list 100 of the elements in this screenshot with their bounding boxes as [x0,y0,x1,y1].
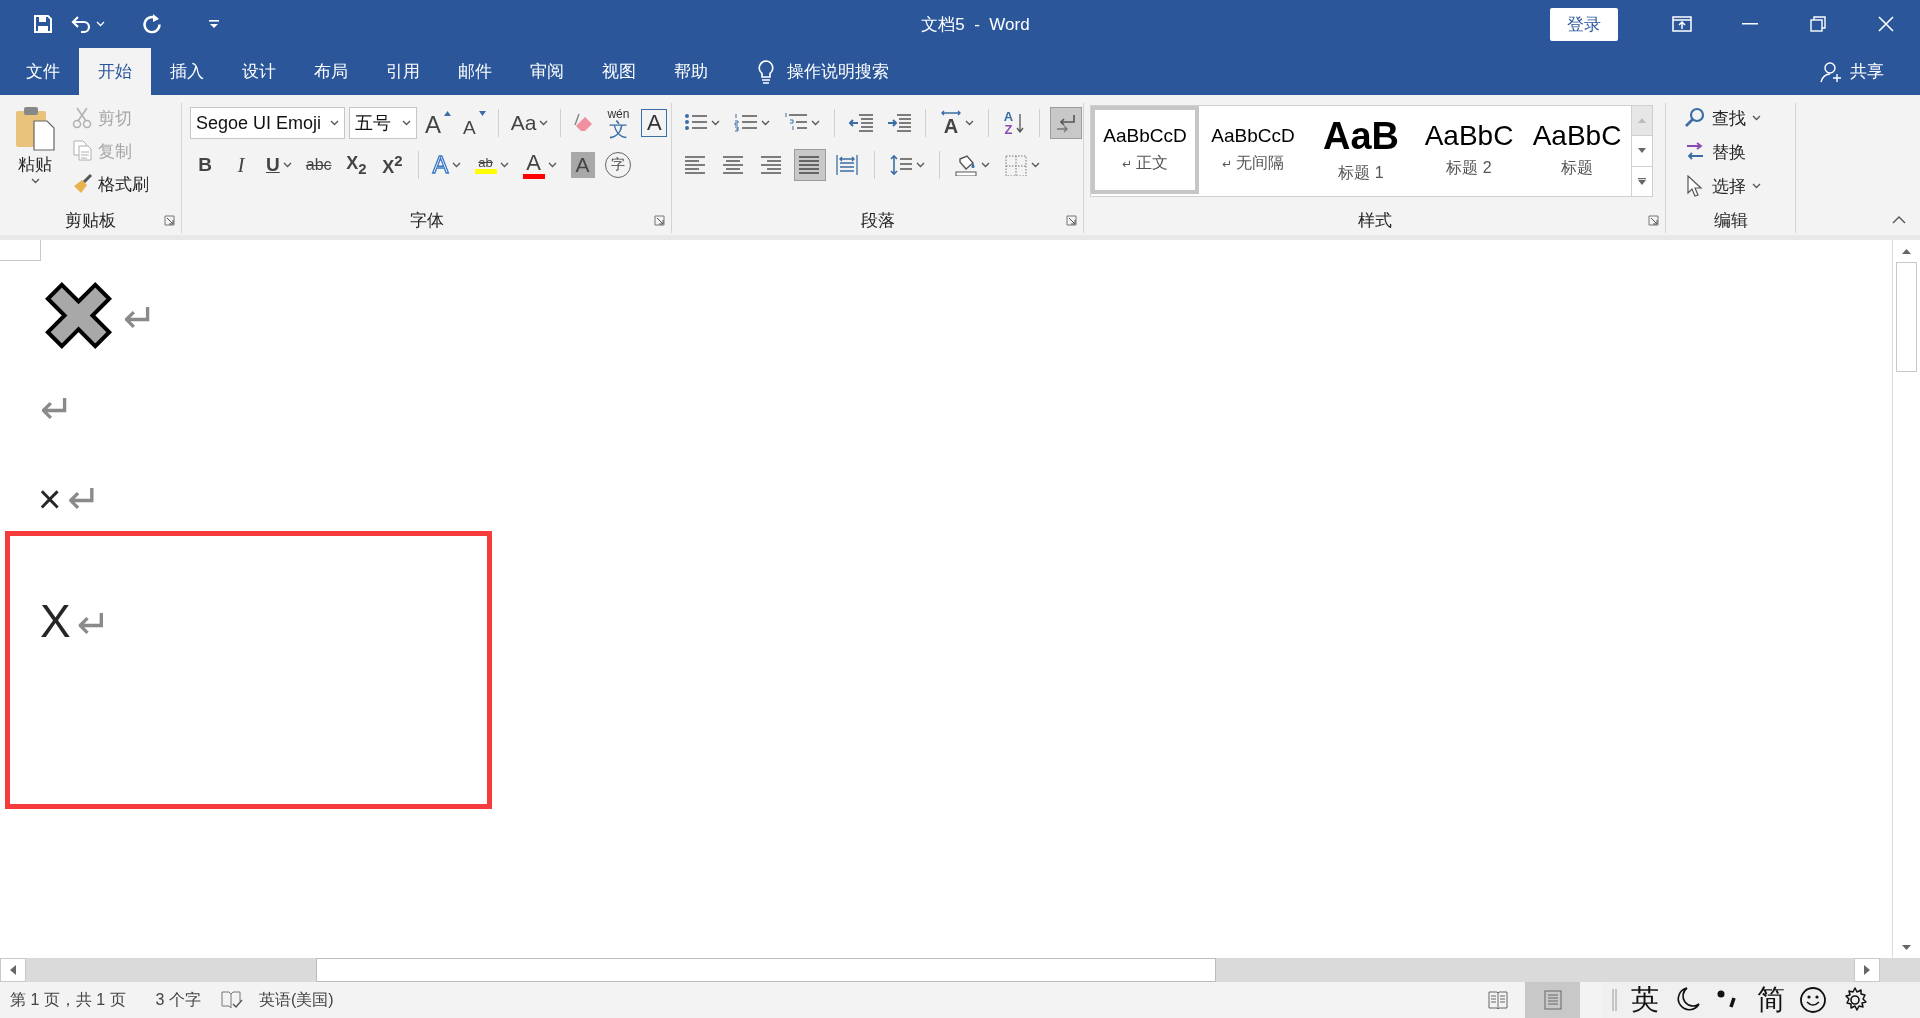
caret-icon[interactable] [1031,162,1040,168]
dialog-launcher-icon[interactable] [1648,214,1659,226]
shading-button[interactable]: A [570,152,595,178]
caret-icon[interactable] [761,120,770,126]
person-add-icon [1820,60,1842,83]
select-button[interactable]: 选择 [1684,171,1761,201]
scissors-icon [72,107,93,129]
caret-icon[interactable] [981,162,990,168]
caret-icon[interactable] [282,162,292,168]
customize-toolbar-icon[interactable] [207,17,221,31]
caret-icon[interactable] [402,120,411,126]
grow-button[interactable]: A [421,107,455,139]
caret-icon[interactable] [965,120,974,126]
caret-icon[interactable] [451,162,461,168]
dialog-launcher-icon[interactable] [654,214,665,226]
ribbon-tab[interactable]: 视图 [583,48,655,95]
phonetic-button[interactable]: wén 文 [603,107,634,139]
ribbon-tab[interactable]: 插入 [151,48,223,95]
marks-button[interactable] [1050,107,1082,139]
paintbrush-icon [72,173,93,195]
font-size-dropdown[interactable]: 五号 [349,107,417,139]
subscript-button[interactable]: X$_{2}$ [341,149,372,181]
caret-icon[interactable] [1752,183,1761,189]
word-count: 3 个字 [155,989,201,1010]
sort-button[interactable]: A Z [999,107,1029,139]
down-triangle-icon [1902,944,1911,950]
chevron-up-icon [1892,216,1906,224]
language-status[interactable]: 英语(美国) [258,989,334,1011]
caret-icon[interactable] [30,178,40,184]
distributed-icon [836,154,860,176]
justify-button[interactable] [794,149,826,181]
paragraph-mark: ↵ [123,298,157,338]
ribbon-tab[interactable]: 开始 [79,48,151,95]
up-triangle-icon [1638,118,1646,124]
paint-bucket-icon [954,154,978,176]
input-mode-button[interactable]: 英 [1631,981,1659,1018]
multiplication-sign: × [38,479,62,519]
direction-button[interactable]: A [936,107,978,139]
grip-handle-icon [1612,989,1617,1011]
paragraph-mark: ↵ [40,389,74,429]
input-mode-button[interactable]: 简 [1757,981,1785,1018]
horizontal-scroll-thumb[interactable] [316,958,1216,982]
scroll-right-button[interactable] [1854,958,1880,982]
close-icon [1878,16,1894,32]
replace-button[interactable]: 替换 [1684,137,1761,167]
align-left-icon [684,154,708,176]
tell-me-search[interactable]: 操作说明搜索 [751,48,895,95]
dialog-launcher-icon[interactable] [1066,214,1077,226]
double-arrow-icon [940,110,962,116]
proofing-icon[interactable] [220,990,243,1010]
italic-button[interactable]: I [226,149,256,181]
cross-emoji: ✖ [40,272,118,364]
scroll-left-button[interactable] [0,958,26,982]
save-icon[interactable] [31,12,55,36]
caret-icon[interactable] [539,120,549,126]
lightbulb-icon [757,58,775,85]
shrink-button[interactable]: A [459,107,490,139]
ribbon-tab[interactable]: 文件 [7,48,79,95]
sign-in-button[interactable]: 登录 [1550,7,1618,41]
group-label: 字体 [409,209,444,232]
right-triangle-icon [1864,965,1870,975]
minimize-icon [1742,23,1758,25]
caret-icon[interactable] [1752,115,1761,121]
borders-icon [1004,154,1028,176]
paragraph-marks-icon [1054,112,1078,134]
smiley-icon [1799,986,1827,1014]
share-button[interactable]: 共享 [1814,48,1890,95]
ribbon-tab[interactable]: 审阅 [511,48,583,95]
up-triangle-icon [444,111,451,116]
caret-icon[interactable] [711,120,720,126]
ribbon-tab[interactable]: 设计 [223,48,295,95]
find-button[interactable]: 查找 [1684,103,1761,133]
paste-button[interactable]: 粘贴 [8,105,62,207]
caret-icon[interactable] [330,120,339,126]
border-button[interactable]: A [641,109,668,137]
case-button[interactable]: Aa [506,107,553,139]
strike-button[interactable]: abc [301,149,336,181]
font-name-dropdown[interactable]: Segoe UI Emoji [190,107,345,139]
underline-button[interactable]: U [262,149,296,181]
caret-icon[interactable] [547,162,557,168]
superscript-button[interactable]: X$^{2}$ [377,149,408,181]
emoji-button[interactable] [1799,986,1827,1014]
ribbon-tab[interactable]: 引用 [367,48,439,95]
dialog-launcher-icon[interactable] [164,214,175,226]
painter-button[interactable]: 格式刷 [70,169,151,199]
ribbon-tab[interactable]: 邮件 [439,48,511,95]
color-button[interactable]: A [518,149,561,181]
ribbon-tab[interactable]: 帮助 [655,48,727,95]
ribbon-tab[interactable]: 布局 [295,48,367,95]
undo-icon [71,14,93,34]
caret-icon[interactable] [499,162,509,168]
style-item[interactable]: AaBbCcD ↵ 正文 [1091,106,1199,194]
scroll-thumb[interactable] [1896,262,1917,372]
justify-icon [798,154,822,176]
paragraph-mark: ↵ [67,479,101,519]
bold-button[interactable]: B [190,149,220,181]
caret-icon[interactable] [916,162,925,168]
highlight-button[interactable]: ab [470,149,513,181]
down-triangle-icon [1638,148,1646,154]
caret-icon[interactable] [811,120,820,126]
